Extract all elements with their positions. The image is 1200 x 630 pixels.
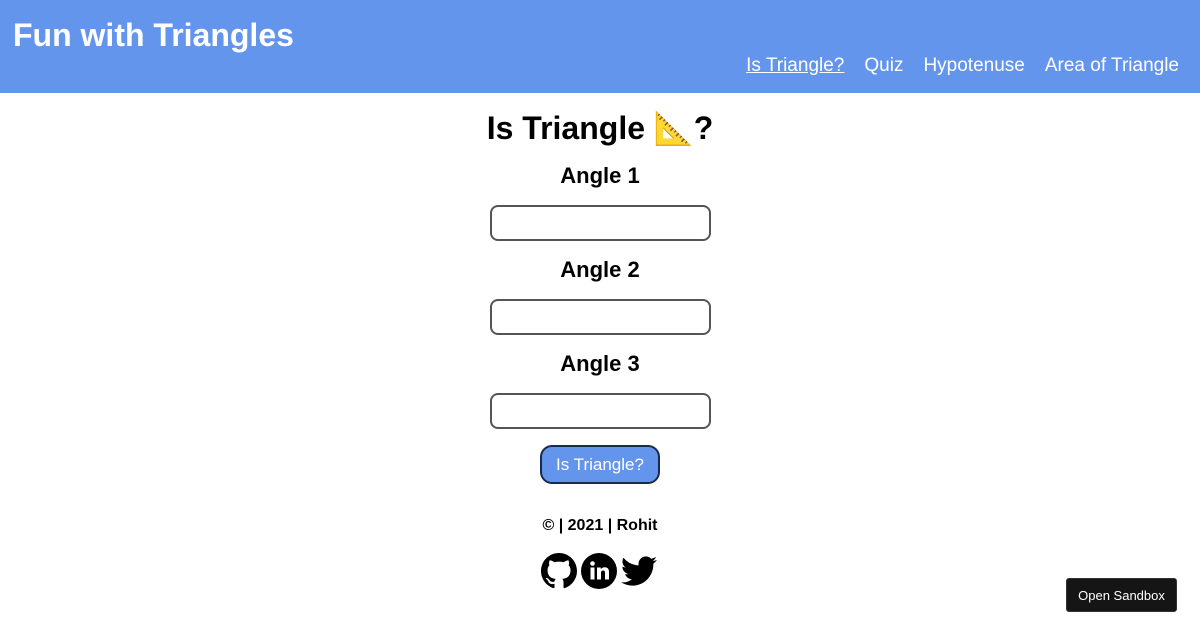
- open-sandbox-button[interactable]: Open Sandbox: [1066, 578, 1177, 612]
- github-icon: [541, 553, 577, 589]
- twitter-link[interactable]: [621, 553, 657, 589]
- nav-link-is-triangle[interactable]: Is Triangle?: [746, 54, 844, 78]
- nav-link-area-of-triangle[interactable]: Area of Triangle: [1045, 54, 1179, 78]
- top-navbar: Fun with Triangles Is Triangle? Quiz Hyp…: [0, 0, 1200, 93]
- nav-link-hypotenuse[interactable]: Hypotenuse: [923, 54, 1024, 78]
- is-triangle-button[interactable]: Is Triangle?: [540, 445, 660, 484]
- app-brand-title: Fun with Triangles: [13, 17, 294, 53]
- page-title: Is Triangle 📐?: [486, 110, 714, 146]
- angle-3-label: Angle 3: [560, 351, 640, 376]
- social-links: [541, 553, 657, 589]
- angle-1-input[interactable]: [490, 205, 711, 241]
- angle-3-input[interactable]: [490, 393, 711, 429]
- angle-1-label: Angle 1: [560, 163, 640, 188]
- linkedin-link[interactable]: [581, 553, 617, 589]
- footer-copyright: © | 2021 | Rohit: [542, 517, 658, 534]
- nav-links: Is Triangle? Quiz Hypotenuse Area of Tri…: [746, 54, 1179, 78]
- github-link[interactable]: [541, 553, 577, 589]
- twitter-icon: [621, 556, 657, 586]
- linkedin-icon: [581, 553, 617, 589]
- angle-2-label: Angle 2: [560, 257, 640, 282]
- nav-link-quiz[interactable]: Quiz: [864, 54, 903, 78]
- angle-2-input[interactable]: [490, 299, 711, 335]
